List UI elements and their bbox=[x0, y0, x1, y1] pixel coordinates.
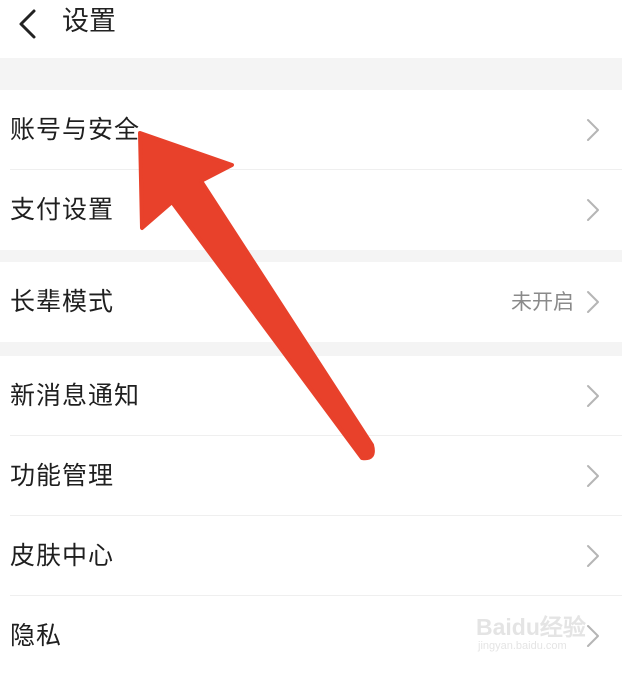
settings-item-account-security[interactable]: 账号与安全 bbox=[0, 90, 622, 170]
settings-item-label: 账号与安全 bbox=[10, 115, 141, 144]
watermark: Baidu经验 jingyan.baidu.com bbox=[476, 606, 588, 660]
section-gap bbox=[0, 58, 622, 90]
settings-item-label: 功能管理 bbox=[10, 461, 115, 490]
chevron-right-icon bbox=[587, 291, 599, 313]
chevron-right-icon bbox=[587, 625, 599, 647]
chevron-right-icon bbox=[587, 545, 599, 567]
settings-item-label: 隐私 bbox=[10, 621, 63, 650]
settings-item-skin-center[interactable]: 皮肤中心 bbox=[0, 516, 622, 596]
watermark-url: jingyan.baidu.com bbox=[478, 640, 567, 652]
settings-item-status: 未开启 bbox=[511, 290, 574, 314]
chevron-right-icon bbox=[587, 465, 599, 487]
chevron-left-icon bbox=[19, 9, 36, 39]
chevron-right-icon bbox=[587, 199, 599, 221]
section-gap bbox=[0, 250, 622, 262]
header-bar: 设置 bbox=[0, 0, 622, 58]
settings-screen: 设置 账号与安全 支付设置 长辈模式 未开启 新消息通知 功能管理 皮肤中心 隐… bbox=[0, 0, 622, 680]
page-title: 设置 bbox=[62, 6, 116, 37]
settings-item-elder-mode[interactable]: 长辈模式 未开启 bbox=[0, 262, 622, 342]
back-button[interactable] bbox=[12, 6, 48, 42]
settings-item-payment[interactable]: 支付设置 bbox=[0, 170, 622, 250]
settings-item-label: 新消息通知 bbox=[10, 381, 141, 410]
watermark-logo: Baidu经验 bbox=[476, 614, 586, 640]
settings-item-notifications[interactable]: 新消息通知 bbox=[0, 356, 622, 436]
chevron-right-icon bbox=[587, 385, 599, 407]
settings-item-label: 皮肤中心 bbox=[10, 541, 115, 570]
settings-item-label: 长辈模式 bbox=[10, 287, 115, 316]
section-gap bbox=[0, 342, 622, 356]
settings-item-features[interactable]: 功能管理 bbox=[0, 436, 622, 516]
settings-item-label: 支付设置 bbox=[10, 195, 115, 224]
chevron-right-icon bbox=[587, 119, 599, 141]
